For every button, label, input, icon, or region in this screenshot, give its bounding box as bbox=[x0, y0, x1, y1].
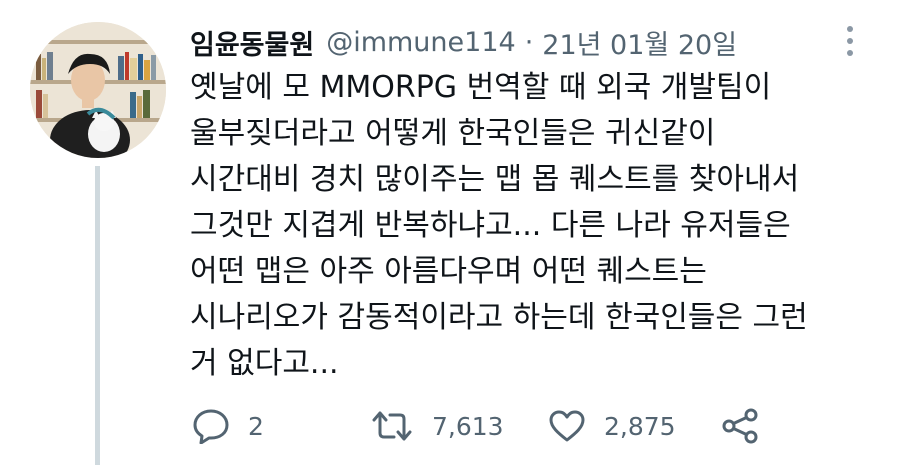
like-count: 2,875 bbox=[604, 411, 676, 441]
tweet-line: 어떤 맵은 아주 아름다우며 어떤 퀘스트는 bbox=[190, 254, 707, 289]
tweet-header: 임윤동물원 @immune114 · 21년 01월 20일 bbox=[190, 22, 737, 62]
tweet-line: 그것만 지겹게 반복하냐고... 다른 나라 유저들은 bbox=[190, 208, 791, 243]
share-button[interactable] bbox=[720, 400, 760, 452]
like-button[interactable]: 2,875 bbox=[548, 400, 676, 452]
tweet-text: 옛날에 모 MMORPG 번역할 때 외국 개발팀이 울부짖더라고 어떻게 한국… bbox=[190, 65, 880, 387]
thread-line bbox=[95, 166, 100, 465]
tweet-actions: 2 7,613 2,875 bbox=[192, 400, 792, 452]
reply-count: 2 bbox=[248, 411, 264, 441]
separator: · bbox=[524, 26, 534, 58]
more-vertical-icon bbox=[847, 26, 853, 32]
reply-icon bbox=[193, 409, 229, 444]
retweet-icon bbox=[372, 411, 412, 441]
user-handle[interactable]: @immune114 bbox=[326, 27, 515, 58]
reply-button[interactable]: 2 bbox=[192, 400, 264, 452]
tweet-date[interactable]: 21년 01월 20일 bbox=[542, 23, 737, 62]
display-name[interactable]: 임윤동물원 bbox=[190, 23, 314, 62]
more-options-button[interactable] bbox=[838, 24, 862, 58]
heart-icon bbox=[549, 410, 585, 442]
avatar-image bbox=[30, 22, 166, 158]
retweet-button[interactable]: 7,613 bbox=[370, 400, 504, 452]
tweet-line: 시나리오가 감동적이라고 하는데 한국인들은 그런 bbox=[190, 300, 808, 335]
tweet-line: 시간대비 경치 많이주는 맵 몹 퀘스트를 찾아내서 bbox=[190, 162, 800, 197]
tweet-line: 옛날에 모 MMORPG 번역할 때 외국 개발팀이 bbox=[190, 70, 772, 105]
avatar[interactable] bbox=[30, 22, 166, 158]
share-icon bbox=[722, 408, 758, 444]
retweet-count: 7,613 bbox=[432, 411, 504, 441]
tweet-line: 거 없다고... bbox=[190, 346, 339, 381]
tweet-line: 울부짖더라고 어떻게 한국인들은 귀신같이 bbox=[190, 116, 716, 151]
